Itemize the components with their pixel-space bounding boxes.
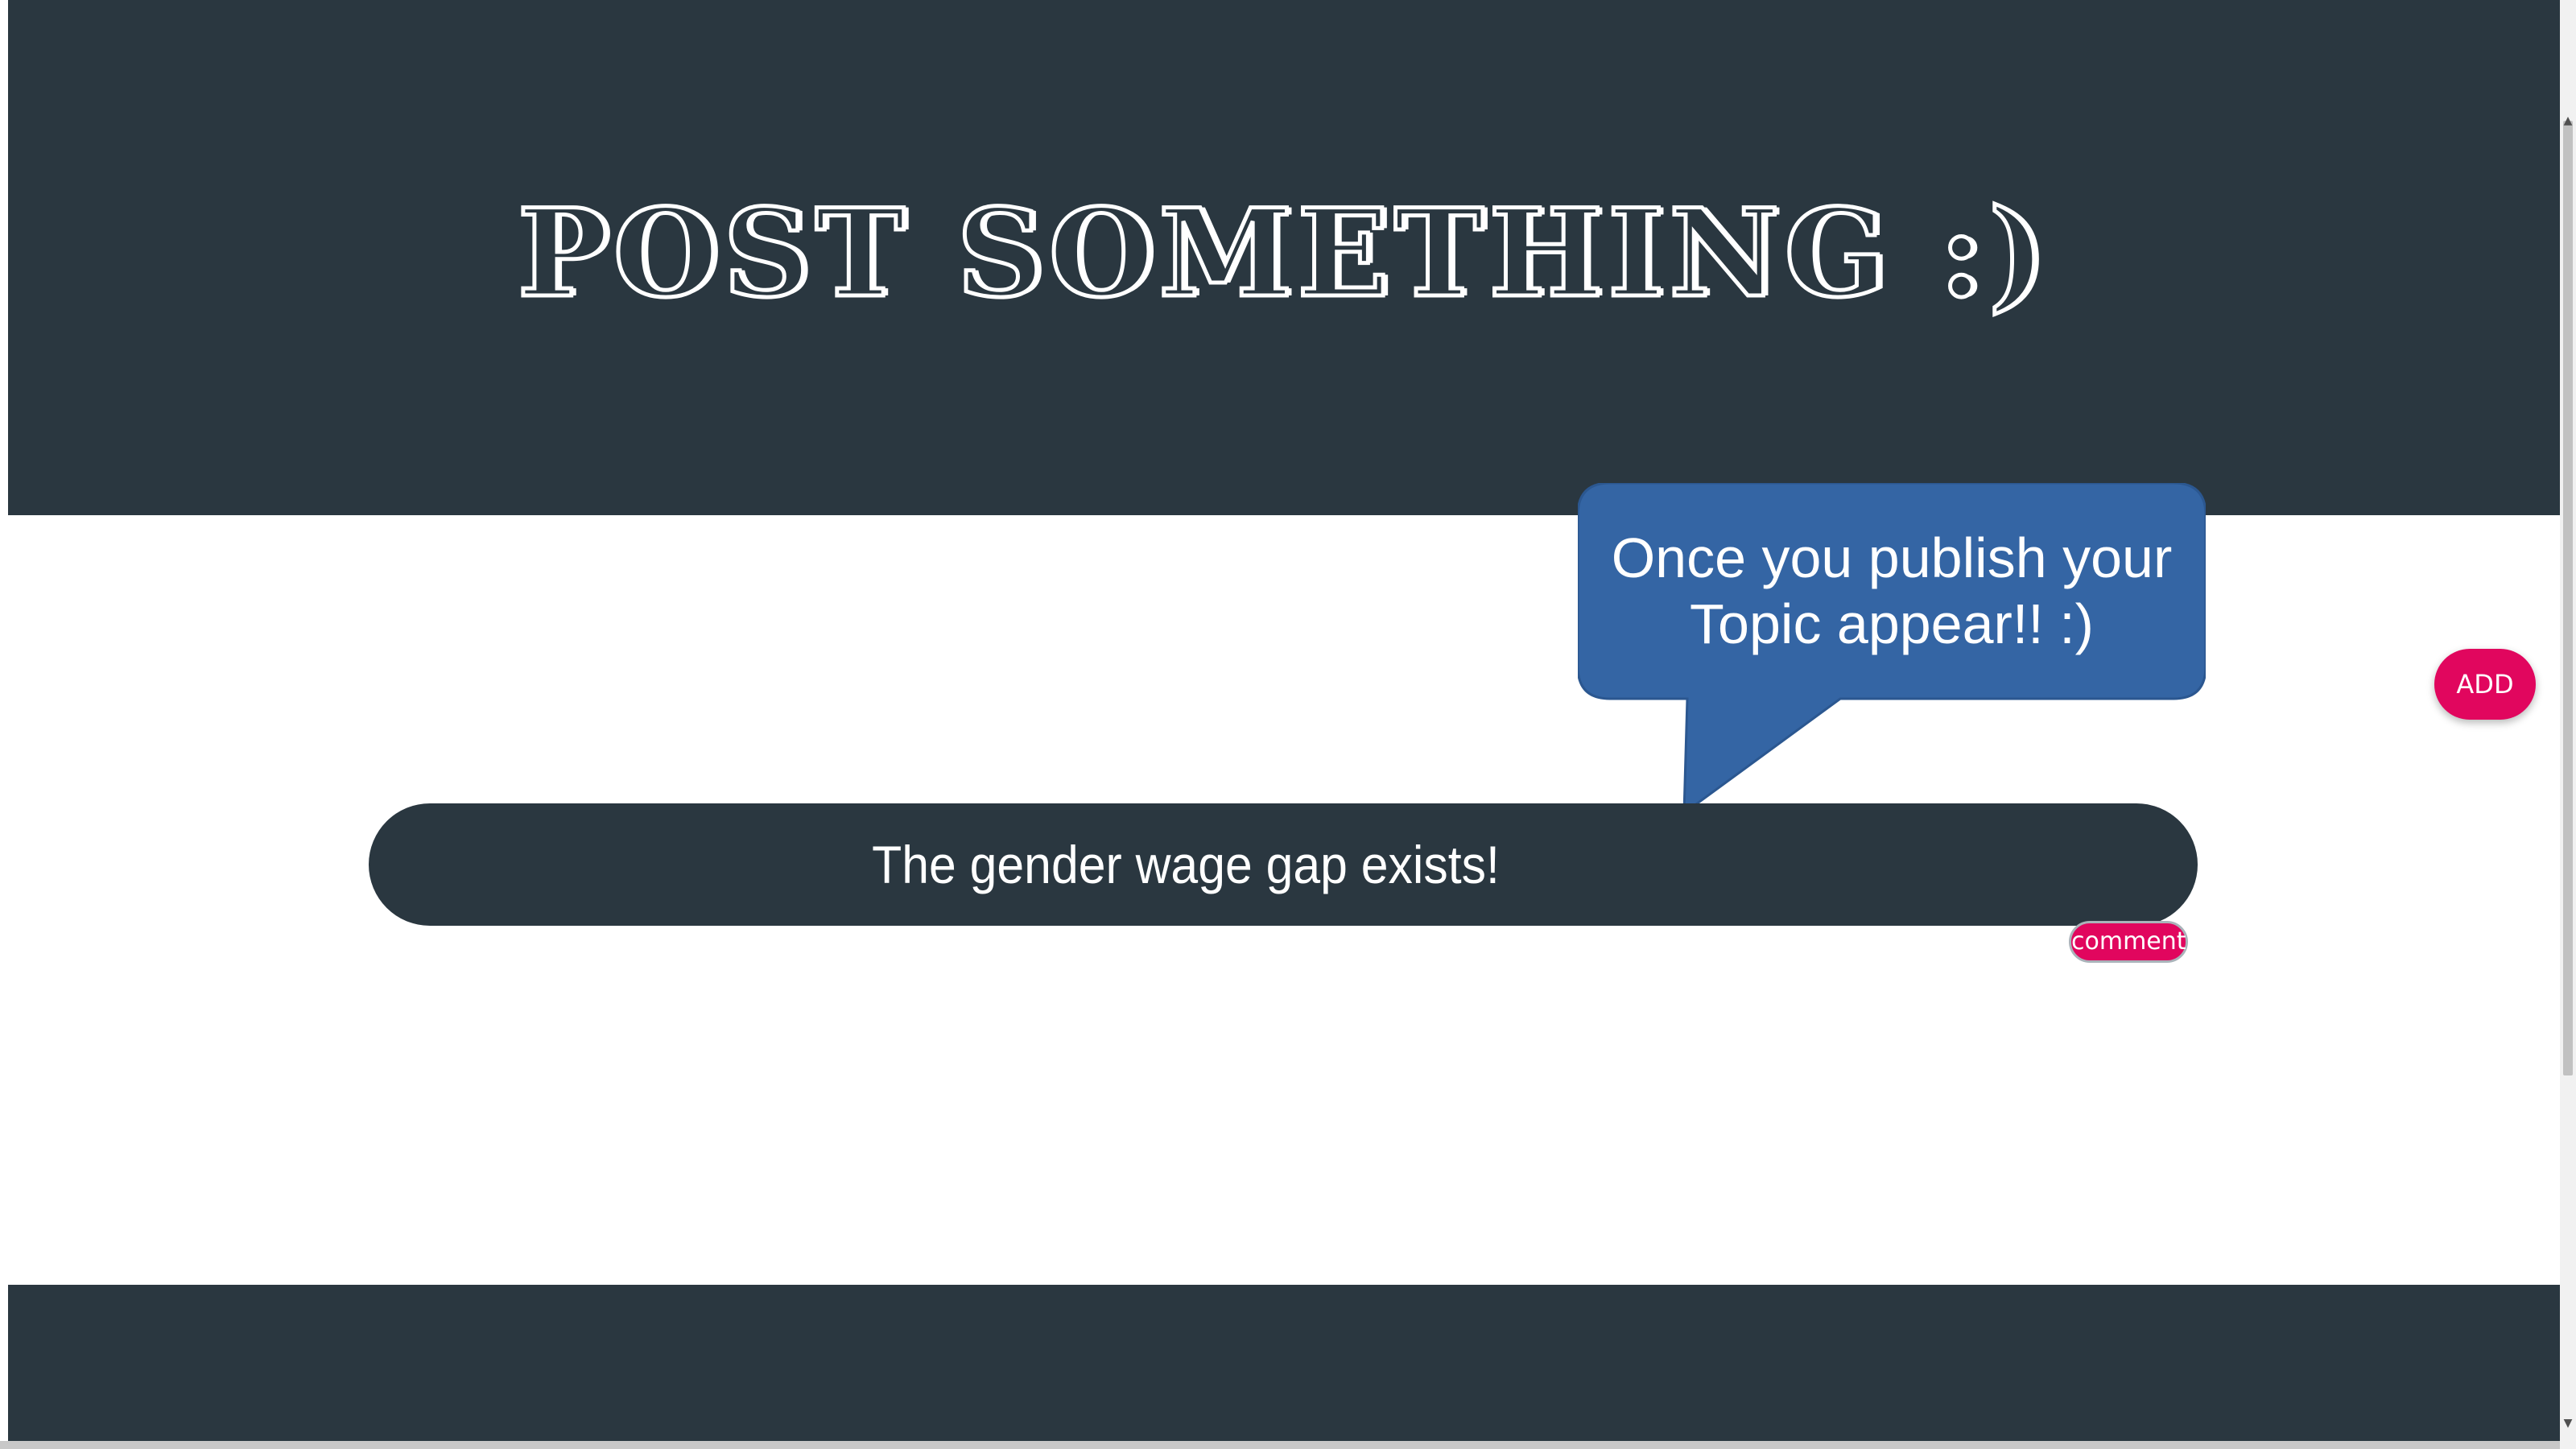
scroll-up-arrow-icon[interactable]: ▲ [2562, 114, 2574, 127]
footer-banner [8, 1285, 2560, 1449]
page-title: POST SOMETHING :) [515, 183, 2051, 324]
topic-text: The gender wage gap exists! [872, 835, 1500, 894]
page: POST SOMETHING :) Once you publish your … [0, 0, 2576, 1449]
comment-button[interactable]: comment [2069, 921, 2188, 963]
scrollbar-thumb[interactable] [2563, 121, 2573, 1075]
header-banner: POST SOMETHING :) [8, 0, 2560, 515]
left-gutter [0, 0, 8, 1449]
bottom-edge [0, 1441, 2560, 1449]
speech-bubble-text: Once you publish your Topic appear!! :) [1611, 526, 2173, 655]
speech-bubble: Once you publish your Topic appear!! :) [1578, 483, 2206, 821]
scroll-down-arrow-icon[interactable]: ▼ [2562, 1417, 2574, 1430]
add-button[interactable]: ADD [2434, 649, 2536, 720]
topic-card[interactable]: The gender wage gap exists! [369, 803, 2198, 926]
